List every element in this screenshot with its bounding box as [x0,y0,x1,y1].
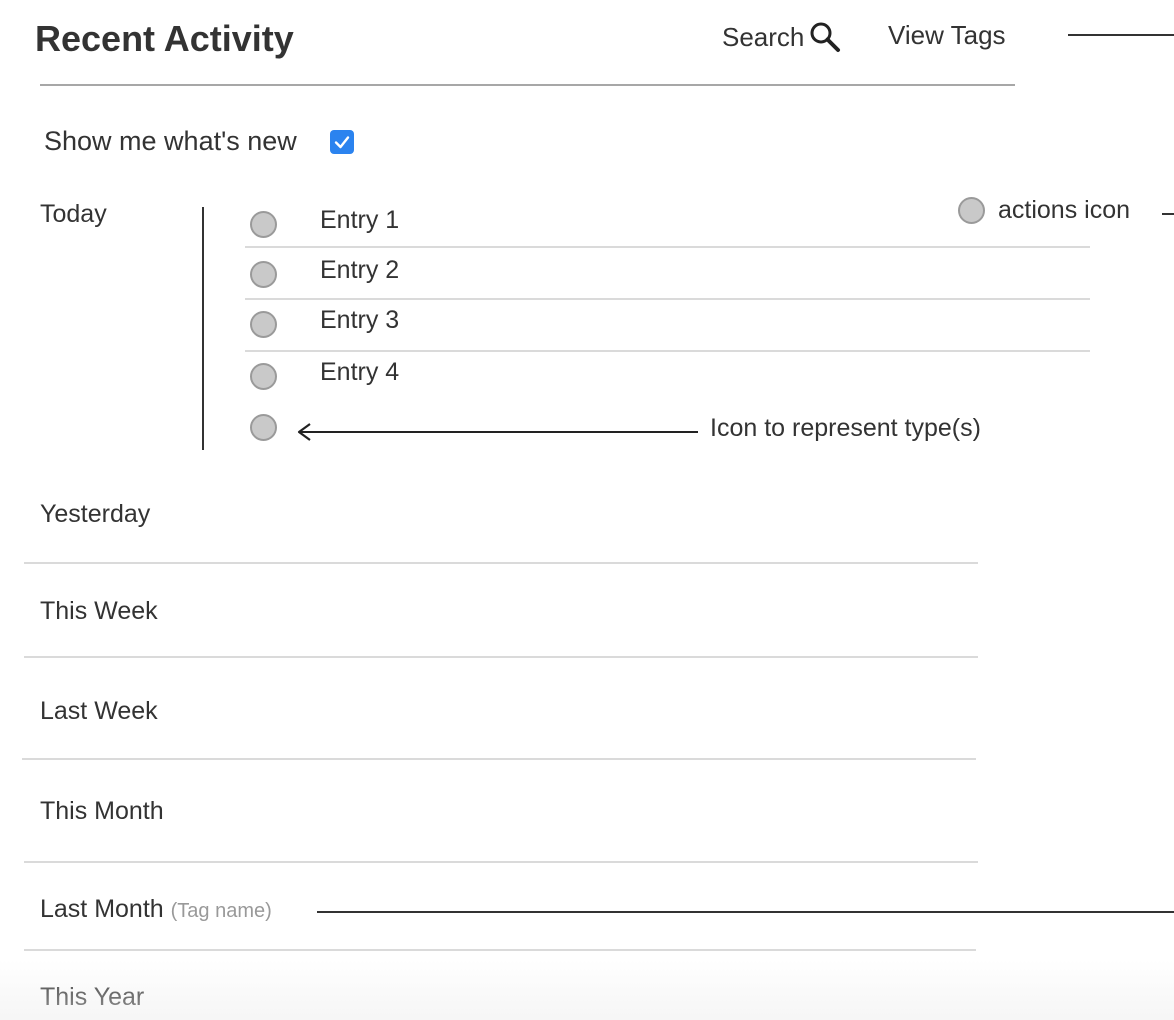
entry-divider [245,298,1090,300]
header-divider [40,84,1015,86]
section-this-week[interactable]: This Week [40,597,158,626]
section-last-month-label: Last Month [40,895,164,923]
tag-connector-line [317,911,1174,913]
section-this-month[interactable]: This Month [40,797,164,826]
show-new-checkbox[interactable] [330,130,354,154]
show-new-label: Show me what's new [44,126,297,156]
section-divider [24,949,976,951]
today-vertical-divider [202,207,204,450]
entry-type-icon [250,261,277,288]
entry-1[interactable]: Entry 1 [320,206,399,235]
scroll-fade [0,960,1174,1020]
tag-name-note: (Tag name) [170,900,272,922]
section-divider [24,562,978,564]
section-divider [24,861,978,863]
section-today-label: Today [40,200,107,228]
view-tags-connector-line [1068,34,1174,36]
actions-icon[interactable] [958,197,985,224]
search-label: Search [722,21,805,52]
section-last-week[interactable]: Last Week [40,697,158,726]
type-icon-example [250,414,277,441]
entry-divider [245,246,1090,248]
section-last-month[interactable]: Last Month (Tag name) [40,895,272,924]
recent-activity-page: Recent Activity Search View Tags Show me… [0,0,1174,1020]
entry-type-icon [250,211,277,238]
annotation-arrow-icon [297,423,698,441]
entry-type-icon [250,311,277,338]
section-divider [22,758,976,760]
entry-divider [245,350,1090,352]
section-divider [24,656,978,658]
page-title: Recent Activity [35,18,294,59]
actions-icon-annotation: actions icon [998,196,1131,224]
section-yesterday[interactable]: Yesterday [40,500,150,529]
actions-connector-line [1162,213,1174,215]
section-this-year[interactable]: This Year [40,983,144,1012]
entry-type-icon [250,363,277,390]
entry-2[interactable]: Entry 2 [320,256,399,285]
search-button[interactable]: Search [722,20,842,54]
entry-3[interactable]: Entry 3 [320,306,399,335]
type-icon-annotation: Icon to represent type(s) [710,414,981,442]
entry-4[interactable]: Entry 4 [320,358,399,387]
checkmark-icon [334,136,350,149]
search-icon [808,20,842,54]
view-tags-link[interactable]: View Tags [888,20,1006,51]
